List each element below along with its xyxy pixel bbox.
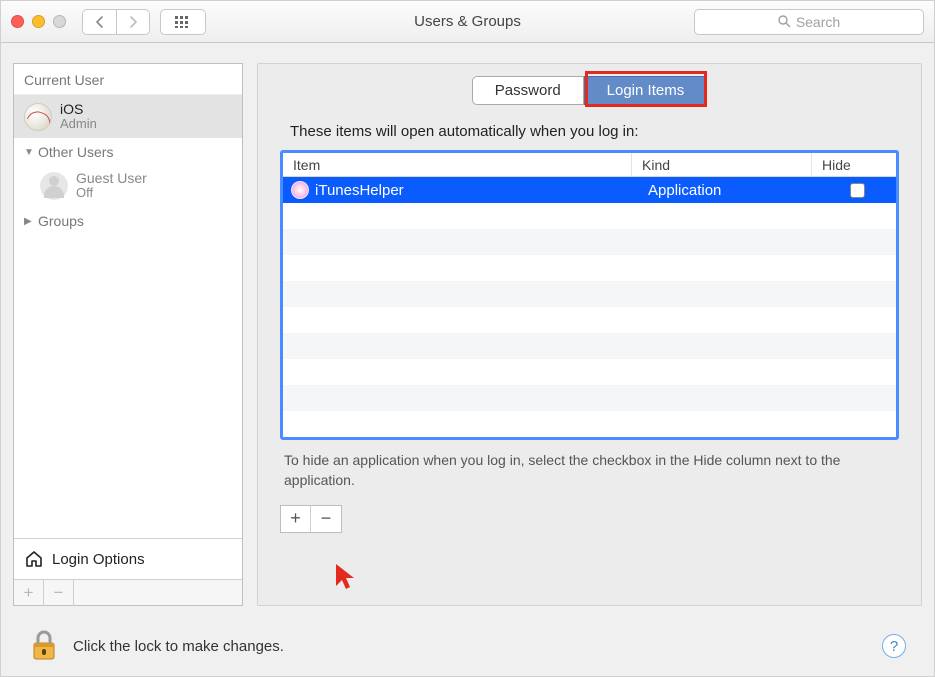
minimize-window-button[interactable] (32, 15, 45, 28)
row-name: iTunesHelper (315, 182, 404, 199)
table-row-empty (283, 385, 896, 411)
current-user-role: Admin (60, 117, 97, 132)
other-users-label: Other Users (38, 144, 113, 160)
main-panel: Password Login Items These items will op… (257, 63, 922, 606)
add-remove-buttons: + − (280, 505, 342, 533)
guest-avatar-icon (40, 172, 68, 200)
table-row-empty (283, 359, 896, 385)
cell-kind: Application (638, 182, 818, 199)
tab-login-items[interactable]: Login Items (584, 76, 708, 105)
window-title: Users & Groups (414, 13, 521, 30)
search-icon (778, 15, 791, 28)
table-row-empty (283, 333, 896, 359)
sidebar-current-user[interactable]: iOS Admin (14, 95, 242, 138)
bottom-bar: Click the lock to make changes. ? (1, 616, 934, 676)
cursor-annotation-icon (334, 562, 360, 592)
nav-buttons (82, 9, 150, 35)
disclosure-right-icon: ▶ (24, 216, 34, 227)
guest-user-name: Guest User (76, 170, 147, 186)
remove-user-button: − (44, 580, 74, 606)
titlebar: Users & Groups Search (1, 1, 934, 43)
add-item-button[interactable]: + (281, 506, 311, 532)
window: Users & Groups Search Current User iOS A… (0, 0, 935, 677)
sidebar-groups[interactable]: ▶ Groups (14, 207, 242, 235)
col-item[interactable]: Item (283, 153, 632, 176)
cell-hide (818, 183, 896, 198)
table-row-empty (283, 281, 896, 307)
current-user-name: iOS (60, 101, 97, 117)
table-row[interactable]: iTunesHelper Application (283, 177, 896, 203)
table-row-empty (283, 411, 896, 437)
col-kind[interactable]: Kind (632, 153, 812, 176)
instruction-text: These items will open automatically when… (280, 123, 899, 140)
back-button[interactable] (82, 9, 116, 35)
sidebar: Current User iOS Admin ▼ Other Users Gue… (13, 63, 243, 606)
current-user-info: iOS Admin (60, 101, 97, 132)
guest-user-info: Guest User Off (76, 170, 147, 201)
search-placeholder: Search (796, 14, 840, 30)
zoom-window-button (53, 15, 66, 28)
table-body: iTunesHelper Application (283, 177, 896, 437)
content: Current User iOS Admin ▼ Other Users Gue… (1, 43, 934, 616)
search-input[interactable]: Search (694, 9, 924, 35)
itunes-icon (291, 181, 309, 199)
sidebar-other-users[interactable]: ▼ Other Users (14, 138, 242, 166)
show-all-button[interactable] (160, 9, 206, 35)
table-header: Item Kind Hide (283, 153, 896, 177)
close-window-button[interactable] (11, 15, 24, 28)
login-options-button[interactable]: Login Options (14, 538, 242, 579)
groups-label: Groups (38, 213, 84, 229)
col-hide[interactable]: Hide (812, 153, 876, 176)
traffic-lights (11, 15, 66, 28)
table-row-empty (283, 229, 896, 255)
login-items-table: Item Kind Hide iTunesHelper Application (280, 150, 899, 440)
cell-item: iTunesHelper (283, 181, 638, 199)
lock-text: Click the lock to make changes. (73, 638, 284, 655)
forward-button[interactable] (116, 9, 150, 35)
sidebar-guest-user[interactable]: Guest User Off (14, 166, 242, 207)
tab-password[interactable]: Password (472, 76, 584, 105)
hint-text: To hide an application when you log in, … (280, 450, 899, 491)
table-row-empty (283, 203, 896, 229)
guest-user-status: Off (76, 186, 147, 201)
login-options-label: Login Options (52, 551, 145, 568)
help-button[interactable]: ? (882, 634, 906, 658)
baseball-avatar-icon (24, 103, 52, 131)
table-row-empty (283, 255, 896, 281)
sidebar-current-label: Current User (14, 64, 242, 95)
tabs: Password Login Items (472, 76, 707, 105)
home-icon (24, 549, 44, 569)
remove-item-button[interactable]: − (311, 506, 341, 532)
table-row-empty (283, 307, 896, 333)
sidebar-footer: + − (14, 579, 242, 605)
lock-icon[interactable] (29, 629, 59, 663)
hide-checkbox[interactable] (850, 183, 865, 198)
disclosure-down-icon: ▼ (24, 147, 34, 158)
add-user-button: + (14, 580, 44, 606)
